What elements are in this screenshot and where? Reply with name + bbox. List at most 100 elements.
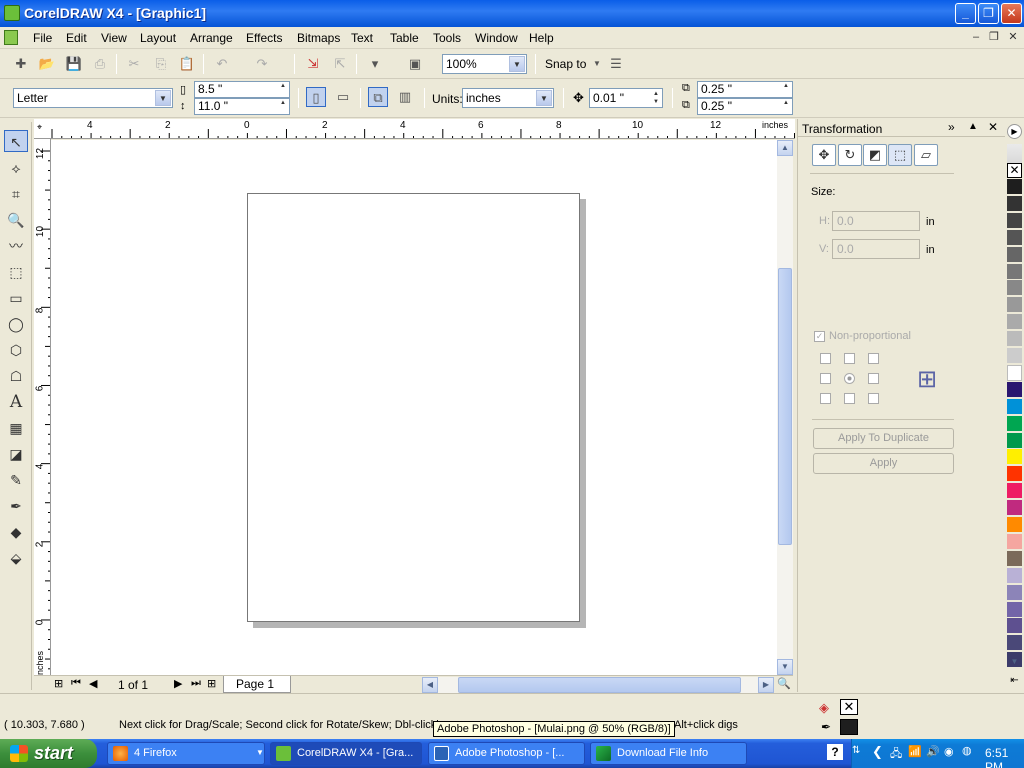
ellipse-tool-icon[interactable]: ◯ bbox=[4, 313, 28, 335]
color-swatch[interactable] bbox=[1007, 466, 1022, 483]
doc-minimize-button[interactable]: – bbox=[968, 30, 984, 44]
close-docker-icon[interactable]: ✕ bbox=[988, 120, 998, 134]
anchor-top-right[interactable] bbox=[868, 353, 879, 364]
color-swatch[interactable] bbox=[1007, 601, 1022, 618]
units-dropdown[interactable]: inches ▼ bbox=[462, 88, 554, 108]
color-swatch[interactable] bbox=[1007, 635, 1022, 652]
interactive-fill-tool-icon[interactable]: ⬙ bbox=[4, 547, 28, 569]
language-icon[interactable]: ⇅ bbox=[852, 745, 860, 756]
anchor-top-left[interactable] bbox=[820, 353, 831, 364]
rotate-transform-button[interactable]: ↻ bbox=[838, 144, 862, 166]
doc-restore-button[interactable]: ❐ bbox=[986, 30, 1002, 44]
current-page-layout-button[interactable]: ▥ bbox=[395, 87, 415, 107]
outline-indicator-icon[interactable]: ✒ bbox=[821, 720, 831, 734]
nudge-distance-field[interactable]: 0.01 " ▲ ▼ bbox=[589, 88, 663, 108]
color-swatch[interactable] bbox=[1007, 550, 1022, 567]
palette-scroll-down-icon[interactable]: ▼ bbox=[1007, 655, 1022, 669]
color-swatch[interactable] bbox=[1007, 449, 1022, 466]
wireless-icon[interactable]: 📶 bbox=[908, 745, 922, 758]
spin-down-icon[interactable]: ▼ bbox=[650, 98, 662, 107]
duplicate-x-field[interactable]: 0.25 " ▲ bbox=[697, 81, 793, 98]
anchor-center[interactable] bbox=[844, 373, 855, 384]
document-icon[interactable] bbox=[4, 30, 18, 45]
color-swatch[interactable] bbox=[1007, 246, 1022, 263]
menu-view[interactable]: View bbox=[101, 31, 127, 45]
copy-icon[interactable]: ⎘ bbox=[151, 54, 171, 74]
color-swatch[interactable] bbox=[1007, 229, 1022, 246]
fill-indicator-icon[interactable]: ◈ bbox=[819, 700, 829, 716]
menu-tools[interactable]: Tools bbox=[433, 31, 461, 45]
add-page-after-icon[interactable]: ⊞ bbox=[207, 677, 216, 690]
color-swatch[interactable] bbox=[1007, 195, 1022, 212]
color-swatch[interactable] bbox=[1007, 179, 1022, 195]
menu-text[interactable]: Text bbox=[351, 31, 373, 45]
rectangle-tool-icon[interactable]: ▭ bbox=[4, 287, 28, 309]
duplicate-y-field[interactable]: 0.25 " ▲ bbox=[697, 98, 793, 115]
color-swatch[interactable] bbox=[1007, 331, 1022, 348]
vertical-scroll-thumb[interactable] bbox=[778, 268, 792, 545]
document-page[interactable] bbox=[247, 193, 580, 622]
height-field[interactable]: 0.0 bbox=[832, 239, 920, 259]
vertical-scrollbar[interactable]: ▲ ▼ bbox=[777, 140, 793, 675]
task-photoshop[interactable]: Adobe Photoshop - [... bbox=[428, 742, 585, 765]
scroll-up-icon[interactable]: ▲ bbox=[777, 140, 793, 156]
horizontal-scrollbar[interactable] bbox=[438, 677, 762, 693]
menu-window[interactable]: Window bbox=[475, 31, 518, 45]
outline-swatch[interactable] bbox=[840, 719, 858, 735]
anchor-bottom-right[interactable] bbox=[868, 393, 879, 404]
coreldraw-app-icon[interactable] bbox=[4, 5, 20, 21]
color-swatch[interactable] bbox=[1007, 314, 1022, 331]
task-firefox[interactable]: 4 Firefox ▼ bbox=[107, 742, 265, 765]
apply-button[interactable]: Apply bbox=[813, 453, 954, 474]
restore-button[interactable]: ❐ bbox=[978, 3, 999, 24]
color-swatch[interactable] bbox=[1007, 263, 1022, 280]
color-swatch[interactable] bbox=[1007, 381, 1022, 398]
spin-up-icon[interactable]: ▲ bbox=[780, 82, 792, 91]
snap-to-dropdown-icon[interactable]: ▼ bbox=[587, 54, 607, 74]
open-icon[interactable]: 📂 bbox=[37, 54, 57, 74]
previous-page-icon[interactable]: ◀ bbox=[89, 677, 97, 690]
drawing-canvas[interactable] bbox=[51, 140, 777, 675]
zoom-tool-icon[interactable]: 🔍 bbox=[4, 209, 28, 231]
tray-app-icon[interactable]: ◍ bbox=[962, 744, 972, 757]
welcome-screen-icon[interactable]: ▣ bbox=[405, 54, 425, 74]
spin-up-icon[interactable]: ▲ bbox=[277, 99, 289, 108]
color-swatch[interactable] bbox=[1007, 567, 1022, 584]
palette-expand-icon[interactable]: ⇤ bbox=[1007, 674, 1022, 688]
page-tab[interactable]: Page 1 bbox=[223, 676, 291, 693]
horizontal-ruler[interactable]: 4 2 0 2 4 6 8 10 12 inches bbox=[50, 119, 795, 139]
network-icon[interactable]: 🖧 bbox=[890, 745, 902, 764]
page-width-field[interactable]: 8.5 " ▲ bbox=[194, 81, 290, 98]
spin-up-icon[interactable]: ▲ bbox=[780, 99, 792, 108]
table-tool-icon[interactable]: ▦ bbox=[4, 417, 28, 439]
paste-icon[interactable]: 📋 bbox=[177, 54, 197, 74]
apply-to-duplicate-button[interactable]: Apply To Duplicate bbox=[813, 428, 954, 449]
new-icon[interactable]: ✚ bbox=[11, 54, 31, 74]
menu-file[interactable]: File bbox=[33, 31, 52, 45]
interactive-blend-tool-icon[interactable]: ◪ bbox=[4, 443, 28, 465]
anchor-bottom-center[interactable] bbox=[844, 393, 855, 404]
chevron-down-icon[interactable]: ▼ bbox=[155, 90, 171, 106]
vertical-ruler[interactable]: 12 10 8 6 4 2 0 inches bbox=[34, 139, 51, 675]
smart-fill-tool-icon[interactable]: ⬚ bbox=[4, 261, 28, 283]
redo-icon[interactable]: ↷ bbox=[252, 54, 272, 74]
anchor-top-center[interactable] bbox=[844, 353, 855, 364]
zoom-level-dropdown[interactable]: 100% ▼ bbox=[442, 54, 527, 74]
basic-shapes-tool-icon[interactable]: ☖ bbox=[4, 365, 28, 387]
menu-table[interactable]: Table bbox=[390, 31, 419, 45]
color-swatch[interactable] bbox=[1007, 500, 1022, 517]
color-swatch[interactable] bbox=[1007, 212, 1022, 229]
menu-effects[interactable]: Effects bbox=[246, 31, 282, 45]
application-launcher-icon[interactable]: ▾ bbox=[365, 54, 385, 74]
next-page-icon[interactable]: ▶ bbox=[174, 677, 182, 690]
chevron-down-icon[interactable]: ▼ bbox=[509, 56, 525, 72]
save-icon[interactable]: 💾 bbox=[64, 54, 84, 74]
export-icon[interactable]: ⇱ bbox=[330, 54, 350, 74]
import-icon[interactable]: ⇲ bbox=[303, 54, 323, 74]
menu-arrange[interactable]: Arrange bbox=[190, 31, 233, 45]
expand-docker-icon[interactable]: » bbox=[948, 120, 955, 134]
landscape-orientation-button[interactable]: ▭ bbox=[333, 87, 353, 107]
navigator-zoom-icon[interactable]: 🔍 bbox=[777, 677, 791, 690]
volume-icon[interactable]: 🔊 bbox=[926, 745, 940, 758]
color-swatch[interactable] bbox=[1007, 364, 1022, 381]
